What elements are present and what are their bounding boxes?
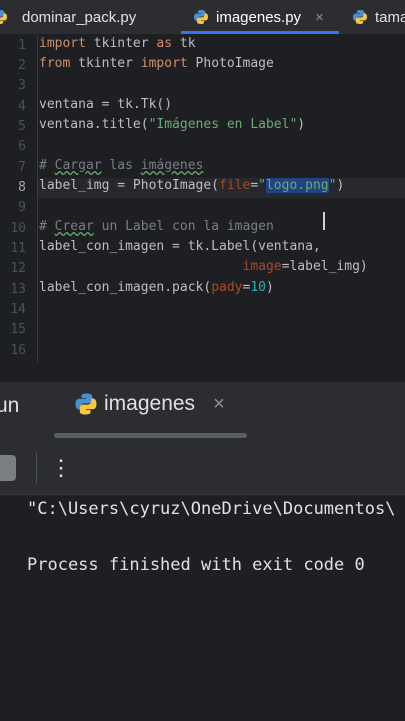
console-line: "C:\Users\cyruz\OneDrive\Documentos\ [27,499,396,519]
number-literal: 10 [250,280,266,295]
comment-text: Cargar [54,158,102,173]
line-number: 13 [10,282,26,297]
code-text: ) [336,178,345,193]
line-number: 16 [10,343,26,358]
panel-separator[interactable] [0,362,405,382]
code-line-13: label_con_imagen.pack(pady=10) [39,280,274,300]
tab-label: dominar_pack.py [22,8,137,26]
line-number: 11 [10,241,26,256]
comment-text: Crear [54,219,94,234]
code-line-10: # Crear un Label con la imagen [39,219,274,239]
line-number: 12 [10,261,26,276]
stop-icon[interactable] [0,455,16,481]
code-text: label_img = PhotoImage( [39,178,220,193]
code-text: tkinter [85,36,157,51]
comment-text: imágenes [140,158,204,173]
tab-imagenes[interactable]: imagenes.py × [193,0,324,34]
line-number: 14 [10,302,26,317]
run-tab-label: imagenes [104,392,196,415]
keyword: as [156,36,173,51]
run-tab-bar: un imagenes × [0,382,405,438]
console-line: Process finished with exit code 0 [27,555,365,575]
run-tool-window: un imagenes × ⋮ "C:\Users\cyruz\OneDrive… [0,382,405,721]
code-line-1: import tkinter as tk [39,36,196,56]
param-name: file [219,178,251,193]
tab-label: imagenes.py [216,8,302,26]
line-number: 15 [10,322,26,337]
code-line-7: # Cargar las imágenes [39,158,203,178]
line-number: 7 [18,160,26,175]
console-output[interactable]: "C:\Users\cyruz\OneDrive\Documentos\ Pro… [0,494,405,721]
python-file-icon [0,10,7,24]
code-line-8: label_img = PhotoImage(file="logo.png") [39,178,344,198]
keyword: import [140,56,188,71]
line-number: 10 [10,221,26,236]
comment-text: un Label con la imagen [93,219,274,234]
text-cursor-icon [323,212,325,230]
comment-text: # [39,219,55,234]
run-tab-imagenes[interactable]: imagenes × [74,392,225,416]
selected-text: logo.png [265,178,329,193]
close-icon[interactable]: × [315,9,324,26]
code-text: ) [297,117,306,132]
comment-text: # [39,158,55,173]
tab-scrollbar[interactable] [54,433,247,438]
more-options-icon[interactable]: ⋮ [50,454,72,482]
python-file-icon [194,10,208,24]
line-number-current: 8 [18,180,26,195]
run-toolbar: ⋮ [0,446,405,490]
code-line-5: ventana.title("Imágenes en Label") [39,117,305,137]
code-text: PhotoImage [187,56,274,71]
close-icon[interactable]: × [213,393,225,416]
line-number: 4 [18,99,26,114]
tab-tama[interactable]: tama [352,0,405,34]
code-line-11: label_con_imagen = tk.Label(ventana, [39,239,321,254]
editor-tab-bar: dominar_pack.py imagenes.py × tama [0,0,405,35]
param-name: image [242,259,282,274]
keyword: from [39,56,71,71]
code-line-12: image=label_img) [39,259,368,279]
code-text: label_con_imagen.pack( [39,280,212,295]
string-literal: " [258,178,266,193]
tab-dominar-pack[interactable]: dominar_pack.py [0,0,136,34]
python-file-icon [353,10,367,24]
code-text: =label_img) [281,259,368,274]
line-number: 1 [18,38,26,53]
line-number: 3 [18,78,26,93]
keyword: import [39,36,86,51]
line-number: 5 [18,119,26,134]
line-number-gutter: 1 2 3 4 5 6 7 8 9 10 11 12 13 14 15 16 [0,35,38,362]
code-text: ) [265,280,274,295]
code-line-2: from tkinter import PhotoImage [39,56,274,76]
line-number: 2 [18,58,26,73]
code-text: tkinter [70,56,141,71]
code-line-4: ventana = tk.Tk() [39,97,173,112]
tab-label: tama [375,8,405,26]
run-tool-label: un [0,394,20,417]
code-text: tk [172,36,196,51]
line-number: 9 [18,200,26,215]
python-file-icon [75,393,97,415]
comment-text: las [101,158,141,173]
line-number: 6 [18,139,26,154]
code-editor[interactable]: 1 2 3 4 5 6 7 8 9 10 11 12 13 14 15 16 i… [0,35,405,362]
toolbar-divider [36,452,37,484]
active-tab-indicator [181,31,339,34]
param-name: pady [211,280,243,295]
code-text: = [250,178,259,193]
string-literal: "Imágenes en Label" [148,117,298,132]
code-text: ventana.title( [39,117,149,132]
